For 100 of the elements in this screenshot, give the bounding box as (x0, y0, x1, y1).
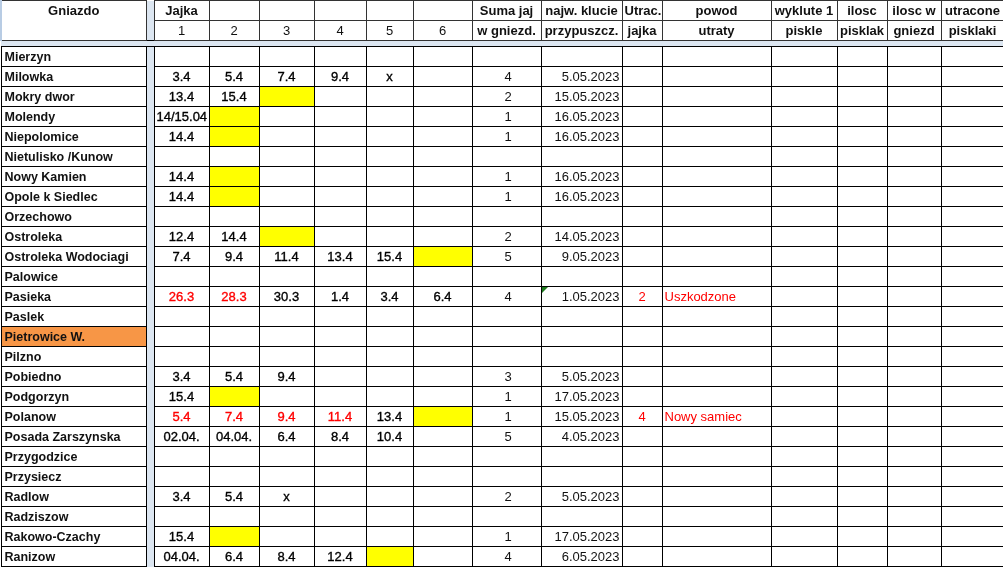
nest-name: Palowice (4, 269, 58, 284)
table-cell: 5.4 (224, 369, 244, 384)
table-cell: 8.4 (330, 429, 350, 444)
table-cell: 5.4 (224, 489, 244, 504)
table-cell: 04.04. (215, 429, 253, 444)
table-cell: 15.4 (168, 389, 195, 404)
table-cell: 1 (504, 529, 512, 544)
column-header: gniezd (893, 23, 935, 38)
table-cell: 14.4 (168, 189, 195, 204)
table-cell: 5.05.2023 (561, 489, 620, 504)
table-cell: 9.4 (224, 249, 244, 264)
nest-name: Ostroleka (4, 229, 63, 244)
table-cell: 6.4 (277, 429, 296, 444)
table-cell: 1 (504, 409, 512, 424)
column-header: Gniazdo (48, 3, 100, 18)
table-cell: 1 (504, 109, 512, 124)
nest-name: Posada Zarszynska (4, 429, 121, 444)
table-cell: 9.05.2023 (561, 249, 620, 264)
table-cell: 04.04. (163, 549, 200, 564)
nest-name: Pobiedno (4, 369, 62, 384)
nest-name: Pilzno (4, 349, 42, 364)
table-cell: 3.4 (172, 69, 191, 84)
table-cell: 13.4 (376, 409, 403, 424)
nest-name: Przygodzice (4, 449, 78, 464)
table-cell: 10.4 (376, 429, 403, 444)
column-header: ilosc (847, 3, 877, 18)
table-cell: 13.4 (168, 89, 195, 104)
table-cell: 9.4 (330, 69, 350, 84)
table-cell: 5 (504, 429, 512, 444)
nest-name: Radlow (4, 489, 49, 504)
table-cell: 15.4 (168, 529, 195, 544)
table-cell: 9.4 (277, 409, 296, 424)
column-header: 3 (282, 23, 291, 38)
nest-name: Niepolomice (4, 129, 79, 144)
column-header: Utrac. (624, 3, 661, 18)
nest-name: Przysiecz (4, 469, 62, 484)
column-header: ilosc w (892, 3, 936, 18)
nest-name: Rakowo-Czachy (4, 529, 101, 544)
table-cell: 15.4 (376, 249, 403, 264)
table-cell: 8.4 (277, 549, 296, 564)
table-cell: 11.4 (327, 409, 353, 424)
table-cell: 16.05.2023 (554, 189, 620, 204)
column-header: przypuszcz. (544, 23, 619, 38)
nest-name: Ostroleka Wodociagi (4, 249, 129, 264)
table-cell: 1.05.2023 (561, 289, 620, 304)
nest-name: Mierzyn (4, 49, 52, 64)
nest-name: Opole k Siedlec (4, 189, 98, 204)
table-cell: 6.4 (433, 289, 452, 304)
table-cell: 30.3 (273, 289, 300, 304)
column-header: najw. klucie (545, 3, 618, 18)
table-cell: 13.4 (327, 249, 353, 264)
column-header: w gniezd. (477, 23, 536, 38)
column-header: pisklaki (948, 23, 997, 38)
table-cell: 4 (504, 549, 512, 564)
table-cell: 16.05.2023 (554, 129, 620, 144)
nest-name: Nietulisko /Kunow (4, 149, 113, 164)
column-header: Jajka (165, 3, 198, 18)
table-cell: 15.05.2023 (554, 89, 620, 104)
nest-name: Milowka (4, 69, 54, 84)
table-cell: 2 (638, 289, 646, 304)
column-header: 4 (336, 23, 344, 38)
table-cell: 14.05.2023 (554, 229, 620, 244)
table-cell: 26.3 (168, 289, 195, 304)
table-cell: 2 (504, 229, 512, 244)
column-header: jajka (627, 23, 657, 38)
nest-name: Radziszow (4, 509, 69, 524)
table-cell: 12.4 (327, 549, 353, 564)
column-header: 6 (438, 23, 447, 38)
table-cell: 16.05.2023 (554, 109, 620, 124)
column-header: pisklak (839, 23, 885, 38)
table-cell: 1 (504, 169, 512, 184)
table-cell: 5.4 (224, 69, 244, 84)
table-cell: x (283, 489, 290, 504)
table-cell: 2 (504, 89, 512, 104)
nest-name: Pasieka (4, 289, 52, 304)
table-cell: 15.4 (221, 89, 247, 104)
table-cell: 4 (638, 409, 646, 424)
table-cell: 28.3 (221, 289, 247, 304)
table-cell: 02.04. (163, 429, 200, 444)
column-header: piskle (785, 23, 823, 38)
table-cell: 14.4 (168, 129, 195, 144)
table-cell: 7.4 (172, 249, 191, 264)
table-cell: 4 (504, 289, 512, 304)
table-cell: 3.4 (380, 289, 399, 304)
table-cell: 3.4 (172, 369, 191, 384)
column-header: powod (695, 3, 738, 18)
table-cell: 6.05.2023 (561, 549, 620, 564)
column-header: utraty (698, 23, 735, 38)
nest-name: Ranizow (4, 549, 56, 564)
column-header: wyklute 1 (774, 3, 834, 18)
table-cell: 14.4 (168, 169, 195, 184)
table-cell: 1 (504, 389, 512, 404)
nest-name: Polanow (4, 409, 56, 424)
table-cell: 17.05.2023 (554, 389, 620, 404)
table-cell: 11.4 (274, 249, 299, 264)
table-cell: Nowy samiec (664, 409, 742, 424)
table-cell: 9.4 (277, 369, 296, 384)
column-header: 1 (177, 23, 186, 38)
nest-name: Nowy Kamien (4, 169, 87, 184)
table-cell: 3.4 (172, 489, 191, 504)
